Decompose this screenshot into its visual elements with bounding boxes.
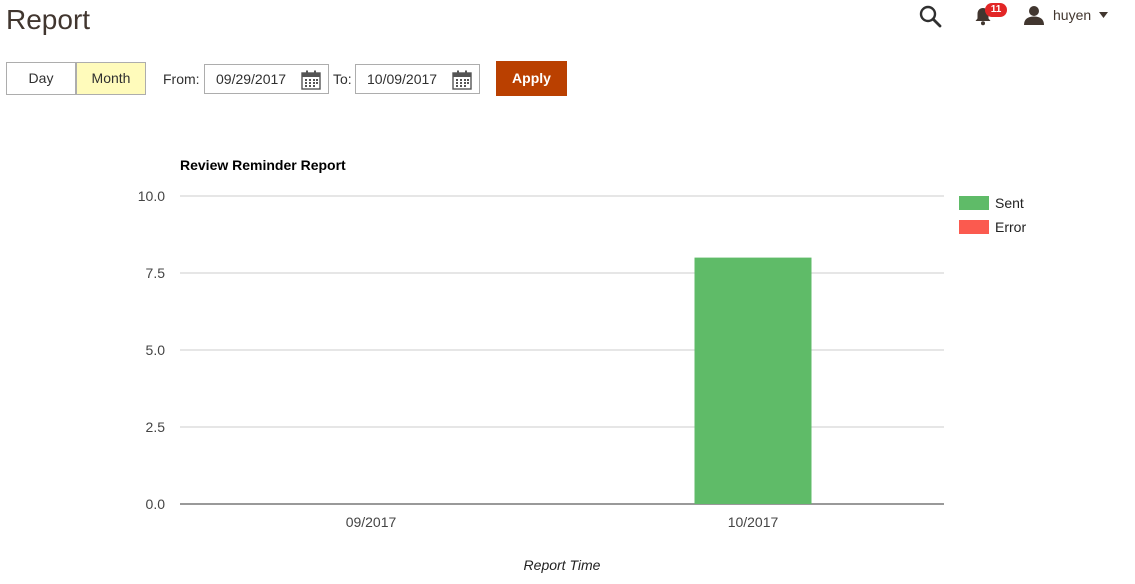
legend-label: Error	[995, 219, 1026, 235]
x-tick-label: 10/2017	[728, 514, 779, 530]
x-axis-title: Report Time	[524, 557, 601, 573]
y-tick-label: 10.0	[138, 188, 165, 204]
legend-swatch	[959, 196, 989, 210]
y-tick-label: 5.0	[146, 342, 166, 358]
legend-swatch	[959, 220, 989, 234]
legend-label: Sent	[995, 195, 1024, 211]
y-tick-label: 2.5	[146, 419, 166, 435]
review-reminder-chart: Review Reminder Report 0.02.55.07.510.0 …	[138, 157, 1027, 573]
chart-title: Review Reminder Report	[180, 157, 346, 173]
bar-sent[interactable]	[694, 257, 812, 504]
y-tick-label: 0.0	[146, 496, 166, 512]
y-tick-label: 7.5	[146, 265, 166, 281]
x-tick-label: 09/2017	[346, 514, 397, 530]
